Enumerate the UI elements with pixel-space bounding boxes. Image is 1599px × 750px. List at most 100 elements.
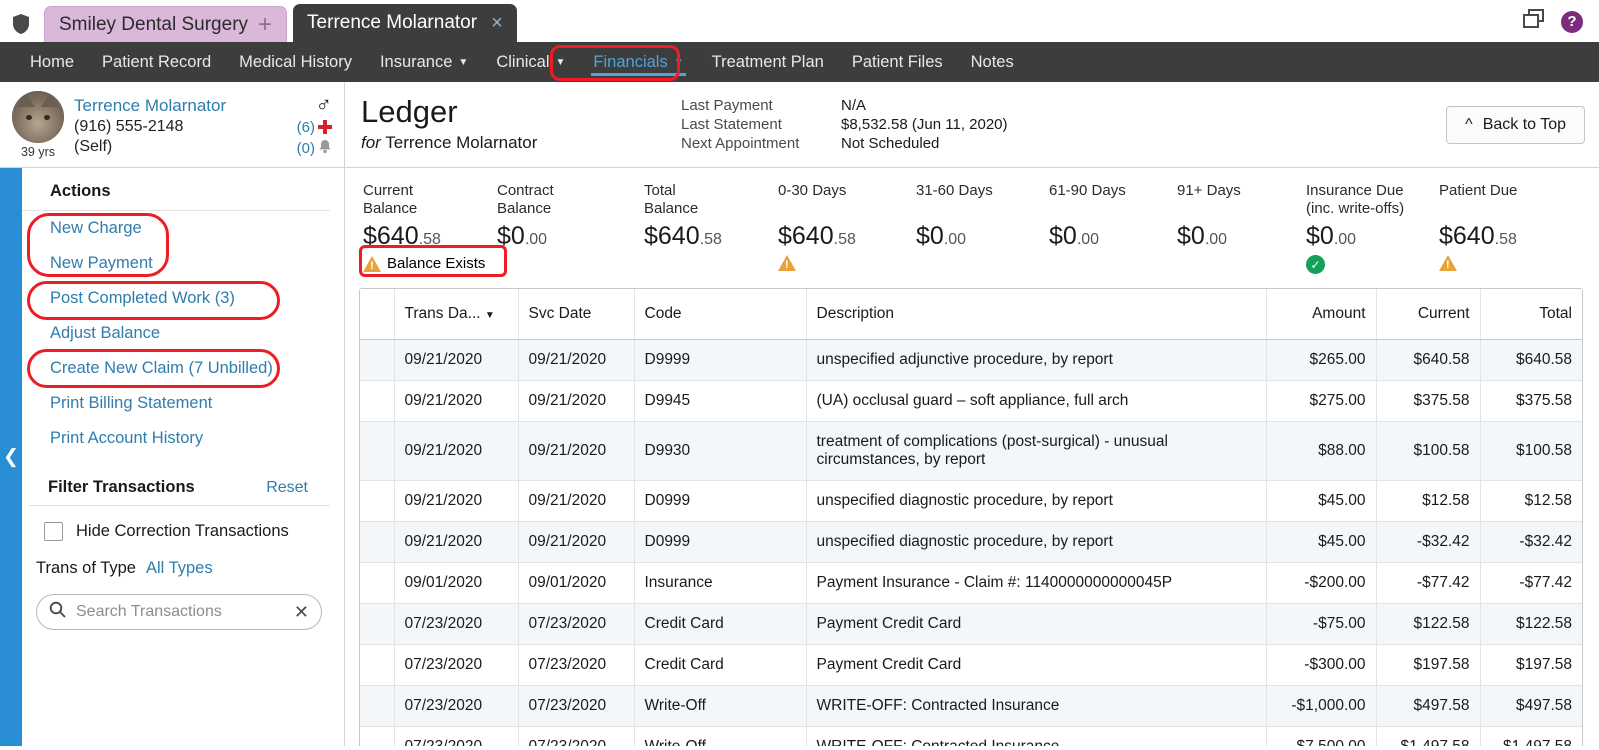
row-select-cell[interactable]: [360, 480, 395, 522]
action-adjust-balance[interactable]: Adjust Balance: [22, 316, 344, 351]
balance-61-90: 61-90 Days $0.00: [1049, 182, 1177, 274]
search-transactions-box[interactable]: Search Transactions ✕: [36, 594, 322, 630]
column-svc-date[interactable]: Svc Date: [518, 289, 635, 340]
back-to-top-button[interactable]: ^ Back to Top: [1446, 105, 1585, 144]
ledger-main: CurrentBalance $640.58 Balance Exists Co…: [345, 168, 1599, 746]
cell-trans-date: 07/23/2020: [394, 603, 519, 645]
action-create-new-claim[interactable]: Create New Claim (7 Unbilled): [22, 351, 344, 386]
tab-terrence-molarnator[interactable]: Terrence Molarnator ×: [293, 4, 517, 42]
cascade-windows-icon[interactable]: [1523, 9, 1545, 34]
table-row[interactable]: 07/23/2020 07/23/2020 Credit Card Payment C…: [360, 644, 1582, 686]
action-new-charge[interactable]: New Charge: [22, 211, 344, 246]
patient-relationship: (Self): [74, 137, 113, 155]
table-row[interactable]: 07/23/202007/23/2020Write-OffWRITE-OFF: …: [360, 685, 1582, 727]
warning-triangle-icon: [778, 255, 796, 271]
action-print-account-history[interactable]: Print Account History: [22, 421, 344, 456]
column-code[interactable]: Code: [634, 289, 807, 340]
table-row[interactable]: 07/23/2020 07/23/2020 Credit Card Payment C…: [360, 603, 1582, 645]
cell-current: $497.58: [1376, 685, 1481, 727]
balance-flag-text: Balance Exists: [387, 255, 486, 272]
nav-item-patient-files[interactable]: Patient Files: [838, 42, 957, 82]
tab-smiley-dental-surgery[interactable]: Smiley Dental Surgery +: [44, 6, 288, 42]
patient-phone: (916) 555-2148: [74, 117, 184, 135]
cell-amount: -$7,500.00: [1266, 726, 1377, 746]
hide-correction-checkbox[interactable]: [44, 522, 63, 541]
nav-item-treatment-plan[interactable]: Treatment Plan: [698, 42, 838, 82]
alerts-count: (6): [296, 118, 315, 136]
row-select-cell[interactable]: [360, 562, 395, 604]
tab-label: Terrence Molarnator: [307, 12, 478, 33]
chevron-left-icon: ❮: [3, 446, 19, 468]
column-trans-date[interactable]: Trans Da... ▼: [394, 289, 519, 340]
column-amount[interactable]: Amount: [1266, 289, 1377, 340]
column-total[interactable]: Total: [1480, 289, 1582, 340]
row-select-cell[interactable]: [360, 685, 395, 727]
cell-code: D9945: [634, 380, 807, 422]
cell-svc-date: 09/21/2020: [518, 521, 635, 563]
patient-summary: 39 yrs Terrence Molarnator (916) 555-214…: [0, 82, 345, 167]
hide-correction-row[interactable]: Hide Correction Transactions: [22, 506, 344, 541]
chevron-down-icon: ▼: [555, 56, 566, 68]
balance-label: Total Balance: [644, 182, 699, 218]
reminders-indicator[interactable]: (0): [297, 139, 332, 158]
cell-trans-date: 07/23/2020: [394, 685, 519, 727]
cell-code: Write-Off: [634, 685, 807, 727]
table-row[interactable]: 09/21/2020 09/21/2020 D0999 unspecified dia…: [360, 480, 1582, 522]
add-tab-icon[interactable]: +: [258, 12, 272, 37]
row-select-cell[interactable]: [360, 380, 395, 422]
nav-item-home[interactable]: Home: [16, 42, 88, 82]
nav-item-insurance[interactable]: Insurance ▼: [366, 42, 482, 82]
cell-trans-date: 07/23/2020: [394, 726, 519, 746]
nav-item-medical-history[interactable]: Medical History: [225, 42, 366, 82]
cell-current: $100.58: [1376, 421, 1481, 481]
balance-0-30: 0-30 Days $640.58: [778, 182, 916, 274]
row-select-cell[interactable]: [360, 421, 395, 481]
balance-amount: $0.00: [916, 222, 967, 250]
column-description[interactable]: Description: [806, 289, 1267, 340]
back-to-top-label: Back to Top: [1482, 115, 1566, 133]
table-row[interactable]: 09/21/2020 09/21/2020 D9945 (UA) occlusal g…: [360, 380, 1582, 422]
trans-type-value[interactable]: All Types: [146, 559, 213, 578]
nav-item-financials[interactable]: Financials ▼: [579, 42, 697, 82]
cell-svc-date: 07/23/2020: [518, 603, 635, 645]
patient-header: 39 yrs Terrence Molarnator (916) 555-214…: [0, 82, 1599, 168]
reset-filters-link[interactable]: Reset: [266, 479, 308, 497]
table-row[interactable]: 09/01/2020 09/01/2020 Insurance Payment Ins…: [360, 562, 1582, 604]
hide-correction-label: Hide Correction Transactions: [76, 522, 289, 540]
nav-item-clinical[interactable]: Clinical ▼: [482, 42, 579, 82]
column-current[interactable]: Current: [1376, 289, 1481, 340]
row-select-cell[interactable]: [360, 521, 395, 563]
row-select-cell[interactable]: [360, 726, 395, 746]
nav-item-patient-record[interactable]: Patient Record: [88, 42, 225, 82]
balance-flag: Balance Exists: [363, 255, 497, 272]
action-print-billing-statement[interactable]: Print Billing Statement: [22, 386, 344, 421]
sidebar-collapse-handle[interactable]: ❮: [0, 168, 22, 746]
window-controls: ?: [1523, 9, 1599, 42]
help-icon[interactable]: ?: [1561, 10, 1583, 33]
row-select-cell[interactable]: [360, 339, 395, 381]
balance-label: Insurance Due (inc. write-offs): [1306, 182, 1405, 218]
cell-description: WRITE-OFF: Contracted Insurance: [806, 685, 1267, 727]
balance-patient-due: Patient Due $640.58: [1439, 182, 1559, 274]
cell-description: Payment Insurance - Claim #: 11400000000…: [806, 562, 1267, 604]
close-icon[interactable]: ×: [491, 13, 503, 33]
row-select-cell[interactable]: [360, 603, 395, 645]
table-row[interactable]: 07/23/202007/23/2020Write-OffWRITE-OFF: …: [360, 726, 1582, 746]
cell-current: $640.58: [1376, 339, 1481, 381]
page-body: ❮ Actions New Charge New Payment Post Co…: [0, 168, 1599, 746]
balance-flag: ✓: [1306, 255, 1439, 274]
action-post-completed-work[interactable]: Post Completed Work (3): [22, 281, 344, 316]
table-row[interactable]: 09/21/2020 09/21/2020 D0999 unspecified dia…: [360, 521, 1582, 563]
table-row[interactable]: 09/21/2020 09/21/2020 D9999 unspecified adj…: [360, 339, 1582, 381]
clear-search-icon[interactable]: ✕: [294, 602, 309, 623]
table-row[interactable]: 09/21/2020 09/21/2020 D9930 treatment of co…: [360, 421, 1582, 481]
patient-name-link[interactable]: Terrence Molarnator: [74, 96, 287, 116]
cell-total: $100.58: [1480, 421, 1582, 481]
action-new-payment[interactable]: New Payment: [22, 246, 344, 281]
row-select-cell[interactable]: [360, 644, 395, 686]
nav-item-notes[interactable]: Notes: [957, 42, 1028, 82]
alerts-indicator[interactable]: (6): [297, 119, 332, 136]
cell-total: $1,497.58: [1480, 726, 1582, 746]
cell-total: $12.58: [1480, 480, 1582, 522]
search-input[interactable]: Search Transactions: [76, 603, 284, 621]
